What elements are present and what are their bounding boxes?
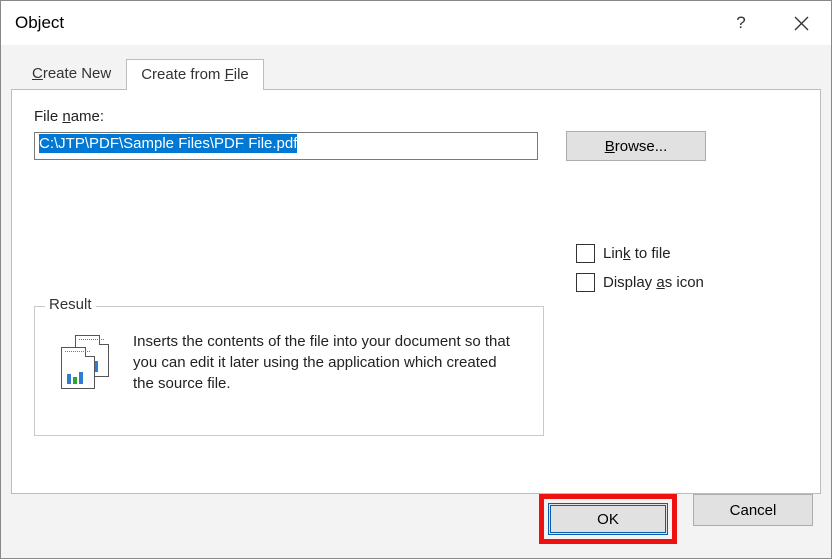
dialog-body: Create New Create from File File name: C…: [1, 45, 831, 558]
dialog-buttons: OK Cancel: [11, 494, 821, 544]
link-to-file-checkbox[interactable]: Link to file: [576, 244, 704, 263]
display-as-icon-label: Display as icon: [603, 274, 704, 291]
close-icon: [794, 16, 809, 31]
close-button[interactable]: [771, 1, 831, 45]
dialog-title: Object: [15, 13, 64, 33]
link-to-file-label: Link to file: [603, 245, 671, 262]
file-path-text: C:\JTP\PDF\Sample Files\PDF File.pdf: [39, 134, 297, 153]
browse-button[interactable]: Browse...: [566, 131, 706, 161]
display-as-icon-checkbox[interactable]: Display as icon: [576, 273, 704, 292]
result-groupbox: Result Inserts the contents of the file …: [34, 306, 544, 436]
help-icon: ?: [736, 13, 745, 33]
options-group: Link to file Display as icon: [576, 244, 704, 292]
tab-strip: Create New Create from File: [17, 55, 821, 89]
tab-create-new[interactable]: Create New: [17, 58, 126, 89]
embed-document-icon: [57, 335, 111, 389]
help-button[interactable]: ?: [711, 1, 771, 45]
object-dialog: Object ? Create New Create from File Fil…: [0, 0, 832, 559]
tab-panel: File name: C:\JTP\PDF\Sample Files\PDF F…: [11, 89, 821, 494]
ok-button[interactable]: OK: [548, 503, 668, 535]
tab-create-from-file[interactable]: Create from File: [126, 59, 264, 90]
result-legend: Result: [45, 296, 96, 313]
cancel-button[interactable]: Cancel: [693, 494, 813, 526]
file-name-input[interactable]: C:\JTP\PDF\Sample Files\PDF File.pdf: [34, 132, 538, 160]
checkbox-box: [576, 273, 595, 292]
result-description: Inserts the contents of the file into yo…: [133, 331, 521, 394]
file-name-label: File name:: [34, 108, 796, 125]
checkbox-box: [576, 244, 595, 263]
file-row: C:\JTP\PDF\Sample Files\PDF File.pdf Bro…: [34, 131, 796, 161]
titlebar: Object ?: [1, 1, 831, 45]
ok-highlight-annotation: OK: [539, 494, 677, 544]
